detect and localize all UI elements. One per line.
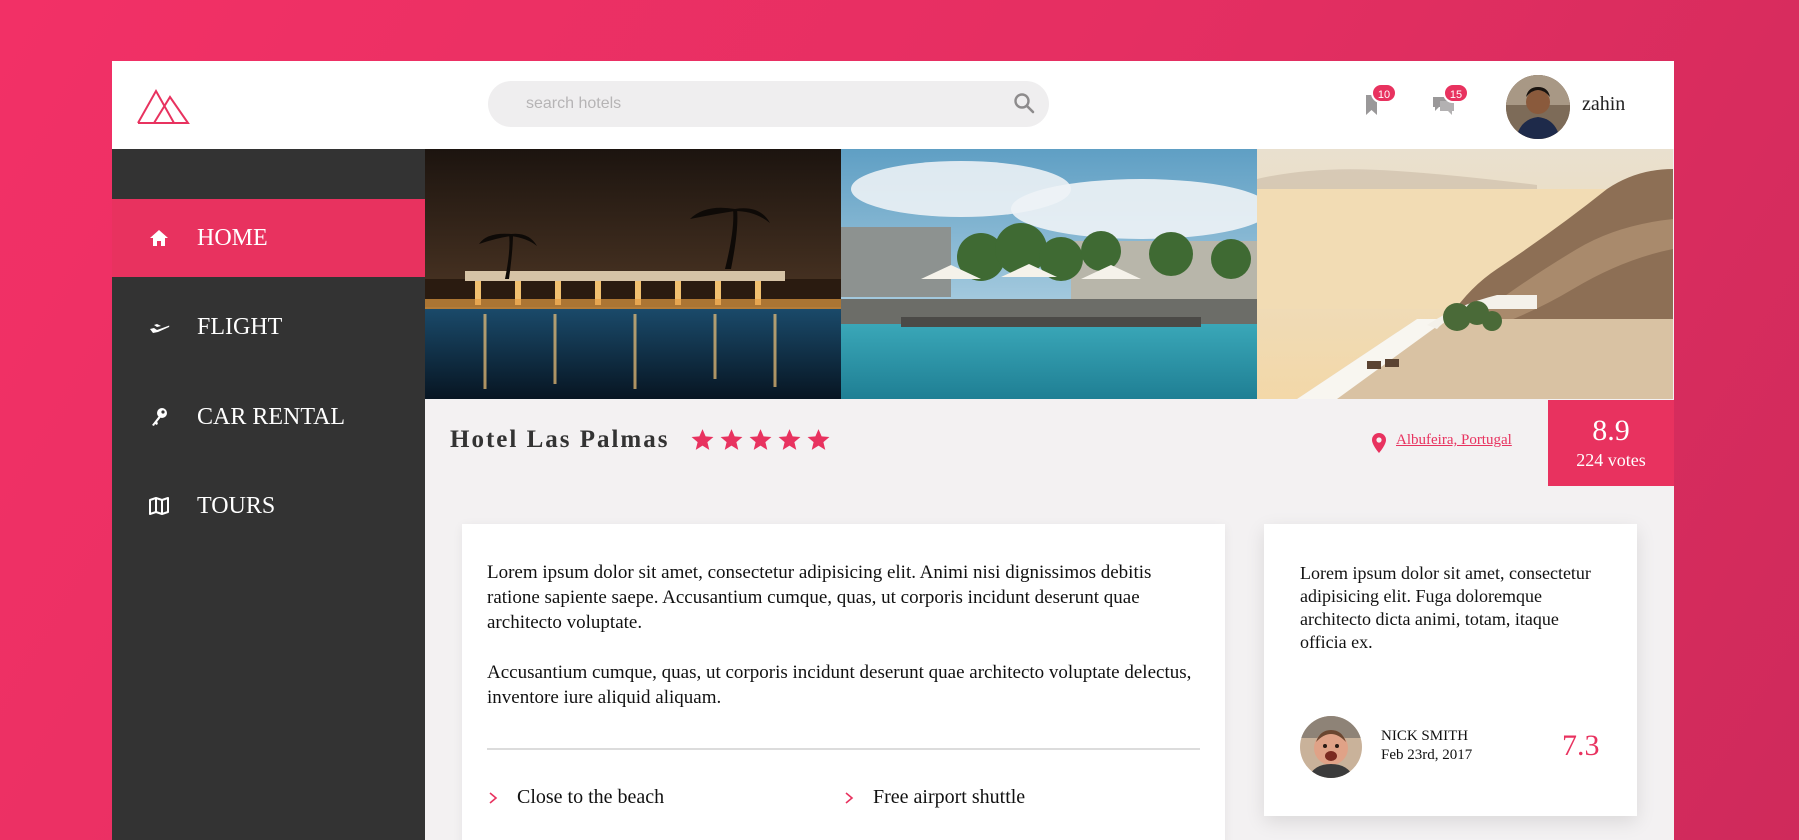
hotel-score: 8.9 (1592, 414, 1630, 447)
chevron-right-icon (845, 791, 854, 804)
gallery-photo-day-pool[interactable] (841, 149, 1257, 399)
review-date: Feb 23rd, 2017 (1381, 747, 1473, 763)
description-paragraph-1: Lorem ipsum dolor sit amet, consectetur … (487, 562, 1152, 633)
reviewer-avatar[interactable] (1300, 716, 1362, 778)
hotel-title: Hotel Las Palmas (450, 426, 670, 453)
bookmarks-badge: 10 (1371, 83, 1397, 103)
sidebar-item-label: HOME (197, 224, 268, 251)
feature-item: Close to the beach (487, 786, 664, 809)
feature-label: Close to the beach (517, 786, 665, 808)
star-icon (691, 429, 714, 450)
feature-item: Free airport shuttle (843, 786, 1025, 809)
home-icon (150, 230, 168, 246)
sidebar-item-tours[interactable]: TOURS (112, 467, 425, 545)
review-card: Lorem ipsum dolor sit amet, consectetur … (1264, 524, 1637, 816)
sidebar-item-label: TOURS (197, 492, 276, 519)
reviewer-name: NICK SMITH (1381, 728, 1469, 744)
photo-gallery (425, 149, 1674, 399)
app-window: 10 15 zahin HOME (112, 61, 1674, 840)
sidebar-item-home[interactable]: HOME (112, 199, 425, 277)
header: 10 15 zahin (112, 61, 1674, 149)
star-icon (778, 429, 801, 450)
hotel-votes: 224 votes (1576, 450, 1646, 470)
sidebar-item-label: FLIGHT (197, 313, 283, 340)
chevron-right-icon (489, 791, 498, 804)
user-avatar[interactable] (1506, 75, 1570, 139)
map-icon (149, 497, 169, 515)
messages-badge: 15 (1443, 83, 1469, 103)
feature-label: Free airport shuttle (873, 786, 1026, 808)
bookmarks-button[interactable]: 10 (1356, 83, 1397, 121)
divider (487, 748, 1200, 750)
review-score: 7.3 (1562, 729, 1600, 762)
search-bar (488, 81, 1049, 127)
location-pin-icon (1372, 433, 1386, 453)
plane-icon (150, 324, 170, 333)
location-link[interactable]: Albufeira, Portugal (1396, 432, 1512, 449)
description-card: Lorem ipsum dolor sit amet, consectetur … (462, 524, 1225, 840)
star-rating (690, 427, 831, 452)
sidebar-item-label: CAR RENTAL (197, 403, 346, 430)
star-icon (749, 429, 772, 450)
review-text: Lorem ipsum dolor sit amet, consectetur … (1300, 563, 1591, 652)
sidebar-item-flight[interactable]: FLIGHT (112, 288, 425, 366)
logo-icon[interactable] (136, 85, 190, 125)
key-icon (152, 408, 167, 426)
gallery-photo-terrace[interactable] (1257, 149, 1673, 399)
description-paragraph-2: Accusantium cumque, quas, ut corporis in… (487, 662, 1192, 708)
sidebar-item-car-rental[interactable]: CAR RENTAL (112, 378, 425, 456)
star-icon (720, 429, 743, 450)
search-icon[interactable] (1013, 92, 1035, 114)
messages-button[interactable]: 15 (1428, 83, 1469, 121)
star-icon (807, 429, 830, 450)
sidebar: HOME FLIGHT CAR RENTAL TOURS (112, 149, 425, 840)
username[interactable]: zahin (1582, 93, 1625, 116)
hotel-score-box: 8.9 224 votes (1548, 400, 1674, 486)
gallery-photo-night-pool[interactable] (425, 149, 841, 399)
search-input[interactable] (488, 81, 1049, 127)
